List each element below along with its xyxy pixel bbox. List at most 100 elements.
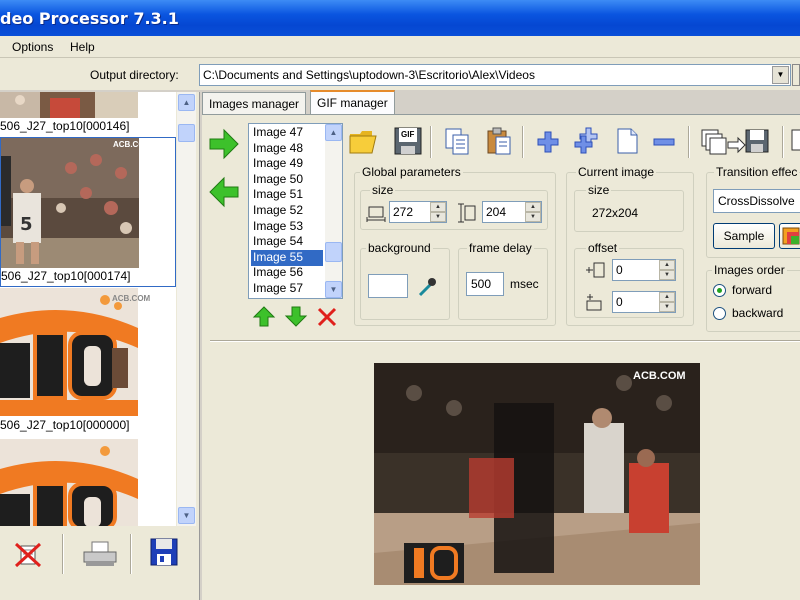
move-up-icon[interactable] bbox=[252, 305, 276, 329]
offset-x-spinner[interactable]: 0 ▲ ▼ bbox=[612, 259, 676, 281]
scroll-down-arrow[interactable]: ▼ bbox=[325, 281, 342, 298]
output-directory-combo[interactable]: C:\Documents and Settings\uptodown-3\Esc… bbox=[199, 64, 791, 86]
frame-list-item[interactable]: Image 54 bbox=[251, 234, 323, 250]
export-gif-icon[interactable] bbox=[700, 126, 770, 156]
thumbnail-item[interactable] bbox=[0, 439, 176, 526]
remove-left-arrow-icon[interactable] bbox=[208, 176, 239, 208]
height-down-arrow[interactable]: ▼ bbox=[525, 212, 541, 222]
background-color-swatch[interactable] bbox=[368, 274, 408, 298]
scroll-up-arrow[interactable]: ▲ bbox=[325, 124, 342, 141]
remove-frame-icon[interactable] bbox=[650, 128, 680, 158]
frame-delay-unit: msec bbox=[510, 277, 539, 291]
gif-icon-label: GIF bbox=[401, 130, 415, 139]
preview-watermark: ACB.COM bbox=[633, 370, 686, 382]
frame-list-item[interactable]: Image 48 bbox=[251, 141, 323, 157]
thumbnail-image bbox=[0, 439, 138, 526]
width-spinner[interactable]: 272 ▲ ▼ bbox=[389, 201, 447, 223]
add-frame-icon[interactable] bbox=[534, 128, 564, 158]
tab-images-manager[interactable]: Images manager bbox=[202, 92, 307, 114]
add-multiple-frames-icon[interactable] bbox=[572, 126, 602, 156]
add-right-arrow-icon[interactable] bbox=[208, 128, 239, 160]
frame-list-item[interactable]: Image 49 bbox=[251, 156, 323, 172]
forward-label: forward bbox=[732, 283, 773, 297]
offset-y-down-arrow[interactable]: ▼ bbox=[659, 302, 675, 312]
thumbnail-item[interactable]: 506_J27_top10[000146] bbox=[0, 92, 176, 136]
tab-strip: Images manager GIF manager bbox=[202, 90, 800, 115]
width-up-arrow[interactable]: ▲ bbox=[430, 202, 446, 212]
offset-y-up-arrow[interactable]: ▲ bbox=[659, 292, 675, 302]
frame-delay-input[interactable]: 500 bbox=[466, 272, 504, 296]
height-icon bbox=[458, 203, 478, 223]
current-size-value: 272x204 bbox=[592, 206, 639, 220]
menu-help[interactable]: Help bbox=[70, 40, 95, 54]
svg-text:5: 5 bbox=[20, 214, 33, 235]
print-icon[interactable] bbox=[82, 538, 117, 570]
current-size-label: size bbox=[586, 183, 612, 197]
toolbar-separator bbox=[430, 126, 432, 158]
offset-x-down-arrow[interactable]: ▼ bbox=[659, 270, 675, 280]
sample-button[interactable]: Sample bbox=[713, 223, 775, 249]
scroll-up-arrow[interactable]: ▲ bbox=[178, 94, 195, 111]
move-down-icon[interactable] bbox=[284, 305, 308, 329]
open-folder-icon[interactable] bbox=[348, 126, 378, 156]
transition-title: Transition effec bbox=[714, 165, 800, 179]
thumbnail-item[interactable]: ACB.COM 506_J27_top10[000000] bbox=[0, 288, 176, 438]
gif-frame-list[interactable]: Image 47 Image 48 Image 49 Image 50 Image 51… bbox=[248, 123, 343, 299]
menu-bar: Options Help bbox=[0, 36, 800, 58]
offset-x-value: 0 bbox=[616, 263, 623, 277]
toolbar-separator bbox=[130, 534, 132, 574]
frame-list-scrollbar[interactable]: ▲ ▼ bbox=[325, 124, 342, 298]
tab-gif-manager[interactable]: GIF manager bbox=[310, 90, 395, 115]
output-directory-value: C:\Documents and Settings\uptodown-3\Esc… bbox=[203, 68, 535, 82]
thumbnail-watermark: ACB.COM bbox=[112, 294, 151, 303]
transition-preview-button[interactable] bbox=[779, 223, 800, 249]
forward-radio[interactable] bbox=[713, 284, 726, 297]
thumbnail-pane: 506_J27_top10[000146] 5 ACB.COM 506_J27_… bbox=[0, 92, 200, 600]
transition-effect-select[interactable]: CrossDissolve bbox=[713, 189, 800, 213]
scroll-thumb[interactable] bbox=[325, 242, 342, 262]
frame-list-item[interactable]: Image 50 bbox=[251, 172, 323, 188]
new-frame-icon[interactable] bbox=[612, 126, 642, 156]
thumbnail-caption: 506_J27_top10[000174] bbox=[1, 269, 131, 283]
frame-list-item[interactable]: Image 52 bbox=[251, 203, 323, 219]
save-icon[interactable] bbox=[148, 536, 180, 568]
width-down-arrow[interactable]: ▼ bbox=[430, 212, 446, 222]
frame-list-item[interactable]: Image 56 bbox=[251, 265, 323, 281]
thumbnail-item-selected[interactable]: 5 ACB.COM 506_J27_top10[000174] bbox=[0, 137, 176, 287]
offset-y-value: 0 bbox=[616, 295, 623, 309]
images-order-title: Images order bbox=[712, 263, 787, 277]
delete-files-icon[interactable] bbox=[12, 538, 44, 570]
offset-y-spinner[interactable]: 0 ▲ ▼ bbox=[612, 291, 676, 313]
thumbnail-list[interactable]: 506_J27_top10[000146] 5 ACB.COM 506_J27_… bbox=[0, 92, 176, 526]
title-bar: deo Processor 7.3.1 bbox=[0, 0, 800, 36]
frame-list-item[interactable]: Image 53 bbox=[251, 219, 323, 235]
frame-list-item-selected[interactable]: Image 55 bbox=[251, 249, 323, 266]
thumbnail-scrollbar[interactable]: ▲ ▼ bbox=[177, 92, 196, 526]
offset-x-up-arrow[interactable]: ▲ bbox=[659, 260, 675, 270]
combo-dropdown-button[interactable]: ▼ bbox=[772, 66, 789, 84]
right-edge-button[interactable] bbox=[792, 64, 800, 86]
thumbnail-watermark: ACB.COM bbox=[113, 140, 152, 149]
transition-effect-value: CrossDissolve bbox=[718, 194, 795, 208]
height-up-arrow[interactable]: ▲ bbox=[525, 202, 541, 212]
thumbnail-image bbox=[0, 92, 138, 118]
frame-list-item[interactable]: Image 51 bbox=[251, 187, 323, 203]
delete-frame-icon[interactable] bbox=[316, 306, 338, 328]
save-gif-icon[interactable]: GIF bbox=[393, 126, 423, 156]
frame-list-item[interactable]: Image 47 bbox=[251, 125, 323, 141]
thumbnail-image bbox=[0, 288, 138, 416]
extra-tool-icon[interactable] bbox=[790, 128, 800, 158]
eyedropper-icon[interactable] bbox=[416, 276, 438, 298]
width-value: 272 bbox=[393, 205, 414, 219]
copy-icon[interactable] bbox=[442, 126, 472, 156]
scroll-thumb[interactable] bbox=[178, 124, 195, 142]
scroll-down-arrow[interactable]: ▼ bbox=[178, 507, 195, 524]
window-title: deo Processor 7.3.1 bbox=[0, 9, 179, 28]
menu-options[interactable]: Options bbox=[12, 40, 53, 54]
backward-radio[interactable] bbox=[713, 307, 726, 320]
thumbnail-image: 5 bbox=[1, 138, 139, 268]
paste-icon[interactable] bbox=[484, 126, 514, 156]
frame-list-item[interactable]: Image 57 bbox=[251, 281, 323, 297]
height-spinner[interactable]: 204 ▲ ▼ bbox=[482, 201, 542, 223]
width-icon bbox=[366, 204, 386, 222]
